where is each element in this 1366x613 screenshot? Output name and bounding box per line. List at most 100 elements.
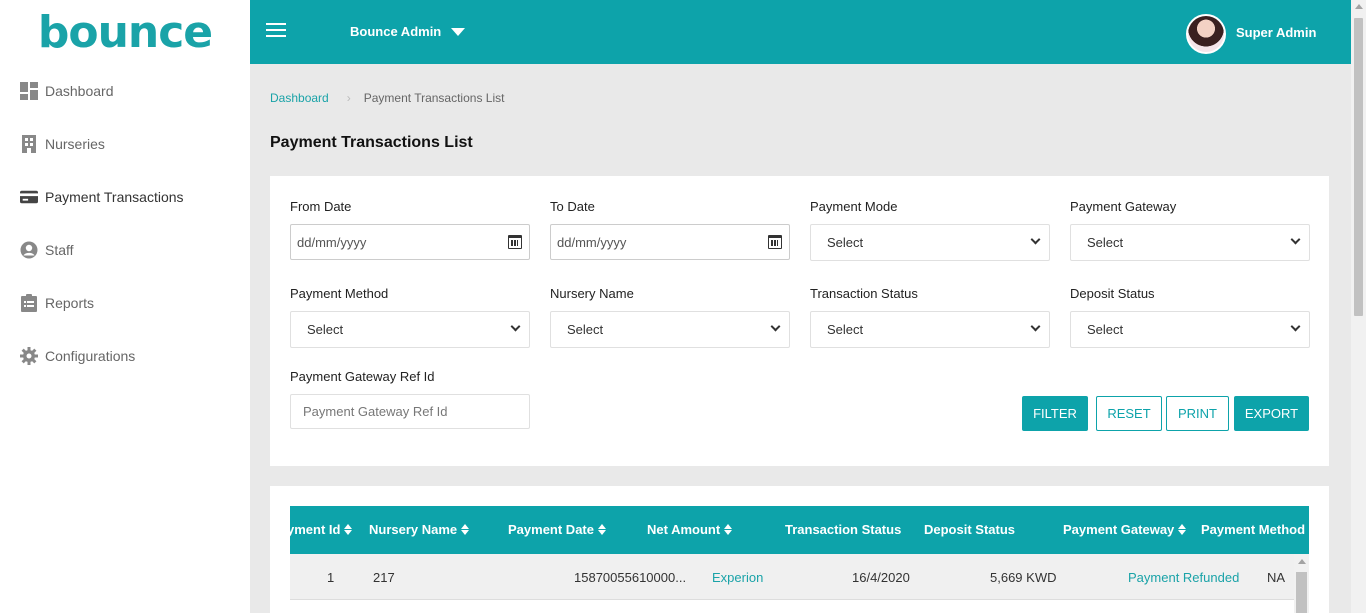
- calendar-icon[interactable]: [508, 235, 522, 249]
- sidebar-nav: Dashboard Nurseries Payment Transactions…: [0, 64, 250, 382]
- gateway-ref-label: Payment Gateway Ref Id: [290, 369, 435, 384]
- from-date-label: From Date: [290, 199, 352, 214]
- cell-payment-id: 1: [327, 570, 335, 585]
- column-label: Net Amount: [647, 522, 721, 537]
- sidebar-item-configurations[interactable]: Configurations: [0, 329, 250, 382]
- caret-down-icon: [451, 27, 466, 36]
- export-button[interactable]: EXPORT: [1234, 396, 1309, 431]
- deposit-status-value: Select: [1087, 322, 1124, 337]
- to-date-label: To Date: [550, 199, 595, 214]
- avatar[interactable]: [1186, 14, 1226, 54]
- cell-payment-date: 15870055610000...: [574, 570, 687, 585]
- deposit-status-field: Deposit Status Select: [1070, 286, 1310, 348]
- column-payment-method[interactable]: Payment Method: [1201, 522, 1309, 537]
- chevron-down-icon: [1290, 321, 1301, 332]
- sort-icon[interactable]: [1178, 524, 1187, 535]
- column-payment-id[interactable]: yment Id: [290, 522, 353, 537]
- cell-nursery-link[interactable]: Experion: [712, 570, 763, 585]
- cell-status-link[interactable]: Payment Refunded: [1128, 570, 1239, 585]
- table-header: yment Id Nursery Name Payment Date Net A…: [290, 506, 1309, 554]
- deposit-status-select[interactable]: Select: [1070, 311, 1310, 348]
- sidebar-item-nurseries[interactable]: Nurseries: [0, 117, 250, 170]
- from-date-input[interactable]: dd/mm/yyyy: [290, 224, 530, 260]
- column-label: Payment Method: [1201, 522, 1306, 537]
- column-payment-date[interactable]: Payment Date: [508, 522, 606, 537]
- transaction-status-value: Select: [827, 322, 864, 337]
- gateway-ref-input[interactable]: Payment Gateway Ref Id: [290, 394, 530, 429]
- payment-method-field: Payment Method Select: [290, 286, 530, 348]
- user-name[interactable]: Super Admin: [1236, 25, 1316, 40]
- sidebar-item-payment-transactions[interactable]: Payment Transactions: [0, 170, 250, 223]
- sidebar-item-label: Staff: [45, 241, 74, 258]
- payment-method-value: Select: [307, 322, 344, 337]
- sidebar-item-label: Payment Transactions: [45, 188, 184, 205]
- column-label: Transaction Status: [785, 522, 902, 537]
- credit-card-icon: [20, 188, 38, 206]
- admin-dropdown-label: Bounce Admin: [350, 24, 442, 39]
- table-row[interactable]: 1 217 15870055610000... Experion 16/4/20…: [290, 554, 1294, 600]
- gateway-ref-field: Payment Gateway Ref Id Payment Gateway R…: [290, 369, 530, 429]
- sort-icon[interactable]: [597, 524, 606, 535]
- column-label: Deposit Status: [924, 522, 1016, 537]
- nursery-name-label: Nursery Name: [550, 286, 634, 301]
- payment-mode-field: Payment Mode Select: [810, 199, 1050, 261]
- user-circle-icon: [20, 241, 38, 259]
- filter-panel: From Date dd/mm/yyyy To Date dd/mm/yyyy …: [270, 176, 1329, 466]
- payment-mode-value: Select: [827, 235, 864, 250]
- calendar-icon[interactable]: [768, 235, 782, 249]
- transaction-status-select[interactable]: Select: [810, 311, 1050, 348]
- column-deposit-status[interactable]: Deposit Status: [924, 522, 1015, 537]
- print-button[interactable]: PRINT: [1166, 396, 1229, 431]
- column-nursery-name[interactable]: Nursery Name: [369, 522, 470, 537]
- cell-nursery-name: 217: [373, 570, 395, 585]
- to-date-placeholder: dd/mm/yyyy: [557, 234, 627, 250]
- sort-icon[interactable]: [344, 524, 353, 535]
- payment-gateway-select[interactable]: Select: [1070, 224, 1310, 261]
- scrollbar-thumb[interactable]: [1354, 18, 1363, 316]
- column-payment-gateway[interactable]: Payment Gateway: [1063, 522, 1187, 537]
- chevron-down-icon: [510, 321, 521, 332]
- logo[interactable]: bounce: [0, 0, 250, 64]
- reset-button[interactable]: RESET: [1096, 396, 1162, 431]
- column-transaction-status[interactable]: Transaction Status: [785, 522, 901, 537]
- clipboard-icon: [20, 293, 38, 312]
- logo-text: bounce: [37, 6, 213, 58]
- chevron-down-icon: [1290, 234, 1301, 245]
- chevron-down-icon: [770, 321, 781, 332]
- nursery-name-field: Nursery Name Select: [550, 286, 790, 348]
- sort-icon[interactable]: [724, 524, 733, 535]
- payment-gateway-value: Select: [1087, 235, 1124, 250]
- payment-method-label: Payment Method: [290, 286, 389, 301]
- scrollbar-thumb[interactable]: [1296, 572, 1307, 613]
- scroll-up-icon[interactable]: [1355, 4, 1363, 9]
- column-label: Nursery Name: [369, 522, 458, 537]
- payment-mode-select[interactable]: Select: [810, 224, 1050, 261]
- chevron-right-icon: ›: [346, 91, 351, 105]
- page-scrollbar[interactable]: [1351, 0, 1366, 613]
- deposit-status-label: Deposit Status: [1070, 286, 1155, 301]
- gear-icon: [20, 346, 38, 365]
- sidebar-item-label: Dashboard: [45, 82, 114, 99]
- admin-dropdown[interactable]: Bounce Admin: [350, 24, 466, 39]
- nursery-name-select[interactable]: Select: [550, 311, 790, 348]
- payment-gateway-label: Payment Gateway: [1070, 199, 1177, 214]
- transaction-status-label: Transaction Status: [810, 286, 918, 301]
- scroll-up-icon[interactable]: [1298, 559, 1306, 564]
- column-net-amount[interactable]: Net Amount: [647, 522, 733, 537]
- menu-icon[interactable]: [266, 23, 286, 39]
- sidebar-item-staff[interactable]: Staff: [0, 223, 250, 276]
- cell-method: NA: [1267, 570, 1286, 585]
- column-label: Payment Gateway: [1063, 522, 1175, 537]
- breadcrumb-dashboard-link[interactable]: Dashboard: [270, 91, 329, 105]
- sidebar-item-label: Reports: [45, 294, 95, 311]
- sidebar-item-reports[interactable]: Reports: [0, 276, 250, 329]
- sort-icon[interactable]: [461, 524, 470, 535]
- filter-button[interactable]: FILTER: [1022, 396, 1088, 431]
- to-date-input[interactable]: dd/mm/yyyy: [550, 224, 790, 260]
- dashboard-icon: [20, 81, 38, 100]
- payment-method-select[interactable]: Select: [290, 311, 530, 348]
- payment-mode-label: Payment Mode: [810, 199, 898, 214]
- table-scrollbar[interactable]: [1294, 554, 1309, 613]
- sidebar-item-dashboard[interactable]: Dashboard: [0, 64, 250, 117]
- column-label: Payment Date: [508, 522, 594, 537]
